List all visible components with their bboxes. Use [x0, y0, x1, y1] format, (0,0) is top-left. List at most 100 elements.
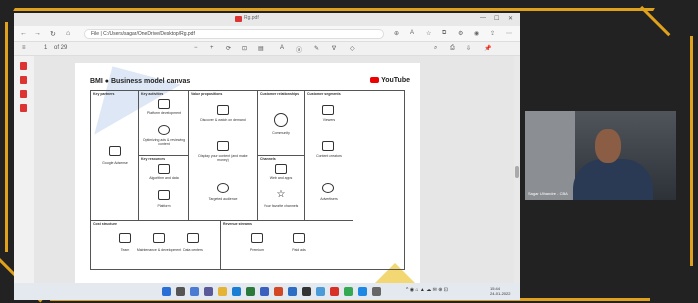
- scroll-thumb[interactable]: [515, 166, 519, 178]
- youtube-logo: YouTube: [370, 77, 410, 84]
- text-icon[interactable]: ⓐ: [296, 45, 302, 54]
- adsense-icon: [109, 146, 121, 156]
- share-icon[interactable]: ⇪: [490, 30, 495, 37]
- system-clock[interactable]: 15:44 24-01-2022: [490, 286, 510, 296]
- refresh-icon[interactable]: ↻: [50, 30, 56, 38]
- webcam-wall: [525, 111, 575, 200]
- task-view-icon[interactable]: [190, 287, 199, 296]
- minimize-icon[interactable]: —: [480, 15, 486, 21]
- collections-icon[interactable]: ⧉: [442, 30, 446, 37]
- zoom-out-icon[interactable]: −: [194, 45, 198, 51]
- page-view-icon[interactable]: ▤: [258, 45, 264, 52]
- business-model-canvas: Key partners Google Adsense Key activiti…: [90, 90, 405, 270]
- zoom-app-icon[interactable]: [316, 287, 325, 296]
- tab-title[interactable]: Rg.pdf: [244, 15, 259, 21]
- back-icon[interactable]: ←: [20, 30, 27, 37]
- browser-tabbar: Rg.pdf — ☐ ✕: [14, 13, 520, 26]
- zoom-in-icon[interactable]: +: [210, 45, 214, 51]
- app-icon[interactable]: [344, 287, 353, 296]
- presentation-frame: Rg.pdf — ☐ ✕ ← → ↻ ⌂ File | C:/Users/sag…: [0, 0, 698, 303]
- extensions-icon[interactable]: ⚙: [458, 30, 463, 37]
- cell-header: Key partners: [93, 92, 115, 96]
- premium-icon: [251, 233, 263, 243]
- item-label: Platform development: [146, 111, 182, 115]
- zoom-icon[interactable]: ⊕: [394, 30, 399, 37]
- pdf-icon: [235, 16, 242, 22]
- cell-key-resources: Key resources Algorithm and data Platfor…: [139, 156, 189, 221]
- word-icon[interactable]: [288, 287, 297, 296]
- address-bar: ← → ↻ ⌂ File | C:/Users/sagar/OneDrive/D…: [14, 26, 520, 42]
- pdf-thumb-icon[interactable]: [20, 90, 27, 98]
- erase-icon[interactable]: ◇: [350, 45, 355, 52]
- pdf-viewer: BMI ● Business model canvas YouTube Key …: [34, 41, 520, 283]
- item-label: Content creators: [316, 154, 342, 158]
- item-label: Optimizing ads & reviewing content: [142, 138, 186, 146]
- save-icon[interactable]: ⇩: [466, 45, 471, 52]
- favorite-icon[interactable]: ☆: [426, 30, 431, 37]
- edge-icon[interactable]: [232, 287, 241, 296]
- vertical-scrollbar[interactable]: [514, 56, 520, 283]
- excel-icon[interactable]: [246, 287, 255, 296]
- cell-value-propositions: Value propositions Discover & watch on d…: [189, 91, 258, 221]
- cell-header: Revenue streams: [223, 222, 252, 226]
- teams-icon[interactable]: [260, 287, 269, 296]
- pdf-thumb-icon[interactable]: [20, 104, 27, 112]
- pin-icon[interactable]: 📌: [484, 45, 491, 52]
- draw-icon[interactable]: ✎: [314, 45, 319, 52]
- file-explorer-icon[interactable]: [218, 287, 227, 296]
- maintenance-icon: [153, 233, 165, 243]
- read-aloud-pdf-icon[interactable]: A: [280, 45, 284, 51]
- frame-border-left: [5, 22, 8, 252]
- pdf-side-panel: [14, 56, 34, 283]
- cell-header: Key activities: [141, 92, 164, 96]
- close-icon[interactable]: ✕: [508, 15, 513, 22]
- audience-icon: [217, 183, 229, 193]
- page-number[interactable]: 1: [44, 45, 47, 51]
- item-label: Viewers: [322, 118, 336, 122]
- search-icon[interactable]: ⌕: [434, 45, 437, 52]
- paid-ads-icon: [293, 233, 305, 243]
- maximize-icon[interactable]: ☐: [494, 15, 499, 22]
- print-icon[interactable]: ⎙: [450, 45, 455, 52]
- item-label: Advertisers: [320, 197, 338, 201]
- item-label: Display your content (and make money): [198, 154, 248, 162]
- pdf-thumb-icon[interactable]: [20, 76, 27, 84]
- app-icon[interactable]: [302, 287, 311, 296]
- rotate-icon[interactable]: ⟳: [226, 45, 231, 52]
- profile-icon[interactable]: ◉: [474, 30, 479, 37]
- fit-page-icon[interactable]: ⊡: [242, 45, 247, 52]
- app-icon[interactable]: [372, 287, 381, 296]
- tray-icons[interactable]: ^ ◉ ⌂ ▲ ☁ ✉ ⊕ ⊡: [406, 287, 448, 293]
- start-icon[interactable]: [162, 287, 171, 296]
- team-icon: [119, 233, 131, 243]
- advertiser-icon: [322, 183, 334, 193]
- item-label: Web and apps: [269, 176, 293, 180]
- chrome-icon[interactable]: [330, 287, 339, 296]
- highlight-icon[interactable]: ∇: [332, 45, 336, 52]
- folder-icon: [187, 233, 199, 243]
- cell-header: Customer relationships: [260, 92, 300, 96]
- creator-icon: [322, 141, 334, 151]
- cell-key-activities: Key activities Platform development Opti…: [139, 91, 189, 156]
- forward-icon[interactable]: →: [34, 30, 41, 37]
- item-label: Your favorite channels: [263, 204, 299, 208]
- item-label: Algorithm and data: [149, 176, 179, 180]
- star-icon: ☆: [276, 189, 286, 200]
- magnifier-icon: [158, 125, 170, 135]
- app-icon[interactable]: [358, 287, 367, 296]
- item-label: Community: [272, 131, 290, 135]
- more-icon[interactable]: ⋯: [506, 30, 512, 37]
- home-icon[interactable]: ⌂: [66, 30, 70, 37]
- play-icon: [370, 77, 380, 84]
- contents-icon[interactable]: ≡: [22, 45, 26, 51]
- presenter-body: [573, 159, 653, 200]
- pdf-thumb-icon[interactable]: [20, 62, 27, 70]
- presenter-head: [595, 129, 621, 163]
- frame-border-right: [690, 36, 693, 266]
- search-taskbar-icon[interactable]: [176, 287, 185, 296]
- read-aloud-icon[interactable]: A: [410, 30, 414, 36]
- community-icon: [274, 113, 288, 127]
- url-field[interactable]: File | C:/Users/sagar/OneDrive/Desktop/R…: [84, 29, 384, 39]
- powerpoint-icon[interactable]: [274, 287, 283, 296]
- widgets-icon[interactable]: [204, 287, 213, 296]
